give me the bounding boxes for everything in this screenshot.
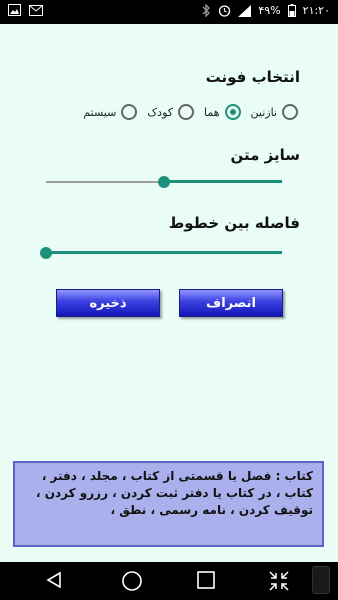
image-icon: [8, 4, 21, 16]
font-option-system[interactable]: سیستم: [83, 104, 138, 120]
recents-icon[interactable]: [196, 570, 216, 594]
font-option-label: کودک: [147, 105, 173, 119]
home-icon[interactable]: [121, 570, 143, 596]
font-radio-group: نازنین هما کودک سیستم: [8, 100, 298, 124]
radio-circle-icon[interactable]: [178, 104, 194, 120]
font-option-nazanin[interactable]: نازنین: [251, 104, 298, 120]
font-option-label: نازنین: [250, 105, 277, 119]
radio-circle-selected-icon[interactable]: [224, 104, 241, 120]
clock: ۲۱:۲۰: [302, 4, 330, 17]
font-option-homa[interactable]: هما: [204, 104, 241, 120]
screen-shrink-icon[interactable]: [268, 570, 290, 596]
back-icon[interactable]: [44, 570, 64, 594]
font-option-koodak[interactable]: کودک: [147, 104, 194, 120]
battery-icon: [287, 4, 296, 17]
radio-circle-icon[interactable]: [121, 104, 138, 120]
alarm-icon: [218, 4, 231, 17]
slider-fill: [164, 180, 282, 183]
settings-panel: انتخاب فونت نازنین هما کودک سیستم سایز م…: [0, 24, 338, 562]
mail-icon: [29, 4, 43, 16]
slider-thumb[interactable]: [158, 176, 170, 188]
signal-icon: [238, 4, 252, 17]
slider-thumb[interactable]: [40, 247, 52, 259]
line-spacing-title: فاصله بین خطوط: [168, 214, 300, 232]
save-button[interactable]: ذخیره: [56, 289, 160, 317]
battery-text: ۴۹%: [258, 4, 281, 17]
line-spacing-slider[interactable]: [40, 245, 282, 261]
font-option-label: هما: [204, 105, 220, 119]
text-size-slider[interactable]: [46, 174, 282, 190]
navigation-bar: [0, 562, 338, 600]
radio-circle-icon[interactable]: [282, 104, 298, 120]
font-title: انتخاب فونت: [205, 68, 300, 86]
text-size-title: سایز متن: [230, 146, 300, 164]
app-logo: [312, 566, 330, 594]
font-option-label: سیستم: [83, 105, 117, 119]
status-bar: ۴۹% ۲۱:۲۰: [0, 0, 338, 24]
bluetooth-icon: [202, 4, 211, 17]
cancel-button[interactable]: انصراف: [179, 289, 283, 317]
slider-fill: [46, 251, 282, 254]
sample-text-box: کتاب : فصل یا قسمتی از کتاب ، مجلد ، دفت…: [13, 461, 324, 547]
